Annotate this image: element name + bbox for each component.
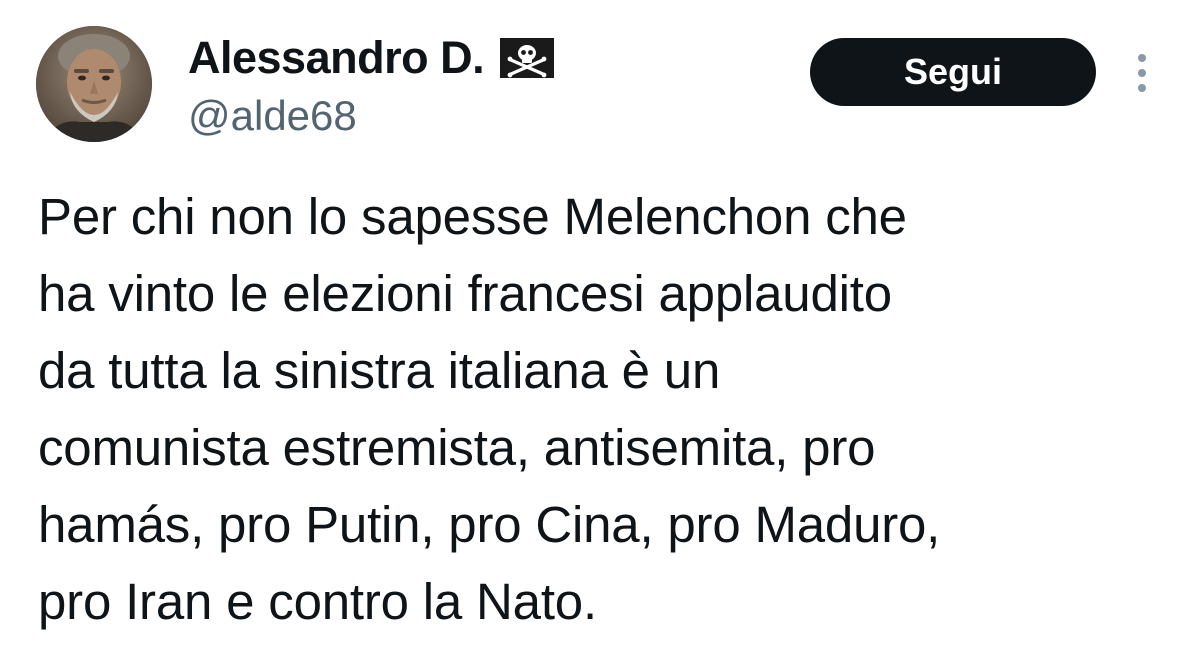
follow-button[interactable]: Segui xyxy=(810,38,1096,106)
tweet-text-line: hamás, pro Putin, pro Cina, pro Maduro, xyxy=(38,496,941,553)
avatar-photo xyxy=(36,26,152,142)
tweet-text-line: pro Iran e contro la Nato. xyxy=(38,573,597,630)
display-name[interactable]: Alessandro D. xyxy=(188,32,485,84)
display-name-row[interactable]: Alessandro D. xyxy=(188,30,556,86)
more-vertical-icon[interactable] xyxy=(1128,52,1156,94)
avatar[interactable] xyxy=(36,26,152,142)
tweet-text-line: comunista estremista, antisemita, pro xyxy=(38,419,876,476)
tweet-text-line: da tutta la sinistra italiana è un xyxy=(38,342,721,399)
tweet-text-line: ha vinto le elezioni francesi applaudito xyxy=(38,265,892,322)
tweet-card: Alessandro D. @alde68 Segui Per chi non … xyxy=(0,0,1200,664)
user-handle[interactable]: @alde68 xyxy=(188,92,357,140)
tweet-text-line: Per chi non lo sapesse Melenchon che xyxy=(38,188,907,245)
pirate-flag-icon xyxy=(498,36,556,80)
tweet-text: Per chi non lo sapesse Melenchon che ha … xyxy=(38,178,1178,640)
